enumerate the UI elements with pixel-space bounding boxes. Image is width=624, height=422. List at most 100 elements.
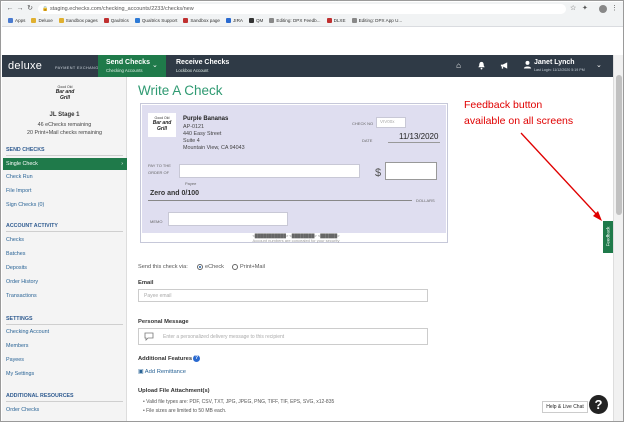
chevron-down-icon: ⌄ [152,62,158,69]
tab-send-checks[interactable]: Send Checks Checking Accounts ⌄ [98,55,166,77]
divider [6,155,123,156]
bookmark-icon [351,18,357,23]
bookmark-icon [8,18,13,23]
logo-subtitle: PAYMENT EXCHANGE [55,66,102,70]
printmail-radio[interactable] [232,264,238,270]
sidebar-item-batches[interactable]: Batches [6,250,123,259]
sidebar-item-single-check[interactable]: Single Check › [3,158,127,170]
bookmark-item[interactable]: JIRA [226,16,243,25]
bookmark-label: Apps [15,18,26,23]
payer-logo: Good Old Bar and Grill [148,113,176,137]
sidebar-item-sign-checks[interactable]: Sign Checks (0) [6,201,123,210]
sidebar: Good Old Bar and Grill JL Stage 1 46 eCh… [2,77,127,421]
printmail-remaining: 20 Print+Mail checks remaining [26,130,103,136]
dollar-sign: $ [375,167,382,179]
reload-icon[interactable]: ↻ [26,5,34,13]
sidebar-item-transactions[interactable]: Transactions [6,292,123,301]
echeck-option-label[interactable]: eCheck [205,264,224,270]
sidebar-item-order-checks[interactable]: Order Checks [6,406,123,415]
sidebar-item-order-history[interactable]: Order History [6,278,123,287]
sidebar-item-checking-account[interactable]: Checking Account [6,328,123,337]
address-bar[interactable]: 🔒 staging.echecks.com/checking_accounts/… [38,4,566,14]
bookmark-icon [134,18,140,23]
message-placeholder: Enter a personalized delivery message to… [163,334,285,340]
amount-underline [148,200,412,201]
check-no-input[interactable]: VIV00x [376,117,406,128]
megaphone-icon[interactable] [500,61,509,70]
bookmark-icon [269,18,275,23]
bookmark-label: Qualtrics Support [141,18,178,23]
menu-icon[interactable]: ⋮ [611,5,618,13]
bookmark-item[interactable]: Qaultrics [103,16,129,25]
amount-in-words: Zero and 0/100 [150,190,200,197]
section-settings: SETTINGS [6,316,33,322]
sidebar-item-payees[interactable]: Payees [6,356,123,365]
personal-message-field[interactable]: Enter a personalized delivery message to… [138,328,428,345]
sidebar-item-check-run[interactable]: Check Run [6,173,123,182]
scrollbar-thumb[interactable] [616,75,622,215]
bookmark-item[interactable]: Deluxe [31,16,53,25]
back-icon[interactable]: ← [6,5,14,13]
bookmark-icon [31,18,37,23]
forward-icon[interactable]: → [16,5,24,13]
email-field[interactable]: Payee email [138,289,428,302]
dollars-label: DOLLARS [416,198,435,203]
chevron-down-icon[interactable]: ⌄ [596,61,602,69]
help-icon[interactable]: ? [589,395,608,414]
amount-input[interactable] [385,162,437,180]
memo-input[interactable] [168,212,288,226]
sidebar-item-my-settings[interactable]: My Settings [6,370,123,379]
tab-receive-checks[interactable]: Receive Checks Lockbox Account [168,55,248,77]
chat-bubble-icon [144,332,154,343]
info-icon[interactable]: ? [193,355,200,362]
bookmark-icon [326,18,332,23]
bookmark-item[interactable]: Sandbox pages [58,16,98,25]
sidebar-item-members[interactable]: Members [6,342,123,351]
feedback-button[interactable]: Feedback [603,221,613,253]
bookmark-item[interactable]: Apps [8,16,25,25]
bookmark-item[interactable]: Sandbox page [183,16,220,25]
deluxe-logo[interactable]: deluxe [8,60,42,72]
user-name[interactable]: Janet Lynch [534,59,575,66]
date-label: DATE [362,138,373,143]
additional-features-label: Additional Features [138,356,193,362]
sidebar-item-deposits[interactable]: Deposits [6,264,123,273]
add-remittance-link[interactable]: ▣ Add Remittance [138,369,186,375]
divider [6,231,123,232]
payer-logo-main: Bar and Grill [152,120,172,132]
account-name: JL Stage 1 [49,112,80,118]
bell-icon[interactable] [477,61,486,70]
bookmark-icon [226,18,231,23]
printmail-option-label[interactable]: Print+Mail [240,264,265,270]
bookmarks-bar: Apps Deluxe Sandbox pages Qaultrics Qualtric… [8,16,408,25]
bookmark-item[interactable]: Qualtrics Support [134,16,178,25]
upload-bullet-text: Valid file types are: PDF, CSV, TXT, JPG… [146,399,335,405]
payer-line: 440 Easy Street [183,131,222,137]
extension-icon[interactable]: ✦ [582,5,588,13]
send-checks-subtitle: Checking Accounts [106,68,143,73]
date-underline [388,142,440,143]
add-remittance-label: Add Remittance [144,369,187,375]
payer-line: AP-0121 [183,124,204,130]
bookmark-item[interactable]: DLXE [326,16,346,25]
help-live-chat-button[interactable]: Help & Live Chat [542,401,588,413]
send-checks-title: Send Checks [106,59,150,66]
page-scrollbar[interactable] [613,55,623,421]
home-icon[interactable]: ⌂ [454,61,463,70]
profile-icon[interactable] [599,5,607,13]
payee-input[interactable] [179,164,360,178]
bookmark-label: Sandbox page [190,18,220,23]
sidebar-item-checks[interactable]: Checks [6,236,123,245]
bookmark-item[interactable]: Editing: DPX Feedb... [269,16,321,25]
order-of-label: ORDER OF [148,170,170,175]
bookmark-item[interactable]: Editing: DPX App U... [351,16,402,25]
echeck-radio[interactable] [197,264,203,270]
bookmark-item[interactable]: QM [248,16,263,25]
sidebar-item-file-import[interactable]: File Import [6,187,123,196]
check-body: Good Old Bar and Grill Purple Bananas AP… [142,105,446,233]
date-value[interactable]: 11/13/2020 [399,132,438,141]
star-icon[interactable]: ☆ [570,5,576,13]
check-no-label: CHECK NO [352,121,374,126]
receive-checks-subtitle: Lockbox Account [176,68,209,73]
bookmark-label: JIRA [233,18,243,23]
